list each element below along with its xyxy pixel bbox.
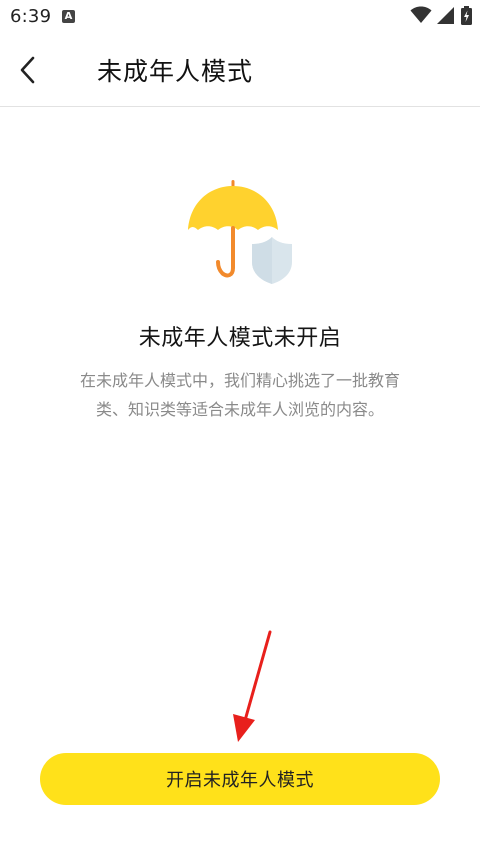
battery-charging-icon <box>461 6 472 29</box>
status-bar: 6:39 A <box>0 0 480 34</box>
screen: 6:39 A 未成年人模式 未成年人模式未开启 在未成年人模式中，我们精心挑选了… <box>0 0 480 853</box>
umbrella-shield-icon <box>186 180 294 286</box>
red-arrow-annotation <box>228 628 278 748</box>
chevron-left-icon <box>20 56 35 84</box>
notification-a-icon: A <box>62 10 75 23</box>
back-button[interactable] <box>10 50 50 90</box>
description-line: 类、知识类等适合未成年人浏览的内容。 <box>95 400 384 419</box>
enable-minor-mode-button[interactable]: 开启未成年人模式 <box>40 753 440 805</box>
app-header: 未成年人模式 <box>0 34 480 107</box>
description-line: 在未成年人模式中，我们精心挑选了一批教育 <box>79 371 400 390</box>
wifi-icon <box>410 6 432 28</box>
mode-description: 在未成年人模式中，我们精心挑选了一批教育 类、知识类等适合未成年人浏览的内容。 <box>40 366 440 424</box>
status-time: 6:39 <box>10 6 52 27</box>
signal-icon <box>437 7 455 28</box>
page-title: 未成年人模式 <box>97 57 254 86</box>
mode-status-heading: 未成年人模式未开启 <box>138 326 342 351</box>
